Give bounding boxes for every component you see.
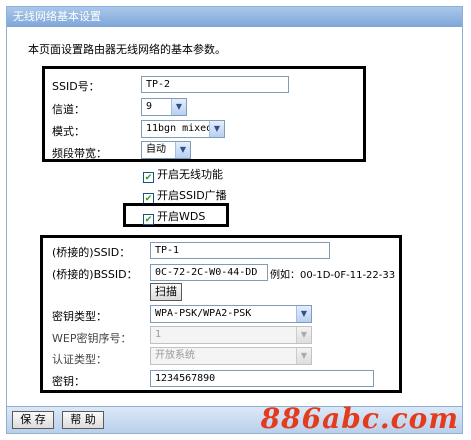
chevron-down-icon: ▼ <box>296 306 311 322</box>
key-type-select[interactable]: WPA-PSK/WPA2-PSK ▼ <box>150 305 312 323</box>
mode-label: 模式： <box>52 125 85 138</box>
key-type-label: 密钥类型： <box>52 310 107 323</box>
key-label: 密钥： <box>52 375 85 388</box>
channel-select[interactable]: 9 ▼ <box>141 98 187 116</box>
check-icon: ✔ <box>143 172 154 183</box>
bssid-example: 例如：00-1D-0F-11-22-33 <box>270 270 396 281</box>
channel-label: 信道： <box>52 103 85 116</box>
ssid-broadcast-checkbox[interactable]: ✔ 开启SSID广播 <box>143 189 227 204</box>
mode-select[interactable]: 11bgn mixed ▼ <box>141 120 225 138</box>
wds-enable-checkbox[interactable]: ✔ 开启WDS <box>143 210 205 225</box>
save-button[interactable]: 保 存 <box>12 411 54 429</box>
page-title: 无线网络基本设置 <box>7 7 462 27</box>
channel-value: 9 <box>146 101 153 112</box>
wds-enable-label: 开启WDS <box>157 210 206 223</box>
help-button[interactable]: 帮 助 <box>62 411 104 429</box>
chevron-down-icon: ▼ <box>209 121 224 137</box>
ssid-input[interactable]: TP-2 <box>141 76 289 93</box>
auth-type-label: 认证类型： <box>52 353 107 366</box>
wireless-enable-checkbox[interactable]: ✔ 开启无线功能 <box>143 168 223 183</box>
key-type-value: WPA-PSK/WPA2-PSK <box>155 308 252 319</box>
bridged-ssid-label: (桥接的)SSID： <box>52 246 131 259</box>
wep-index-value: 1 <box>155 329 162 340</box>
ssid-label: SSID号： <box>52 80 100 93</box>
intro-text: 本页面设置路由器无线网络的基本参数。 <box>28 43 226 56</box>
site-watermark: 886abc.com <box>260 402 459 435</box>
wireless-enable-label: 开启无线功能 <box>157 168 223 181</box>
bridged-ssid-input[interactable]: TP-1 <box>150 242 330 259</box>
chevron-down-icon: ▼ <box>171 99 186 115</box>
bandwidth-value: 自动 <box>146 144 166 155</box>
scan-button[interactable]: 扫描 <box>150 283 182 301</box>
bridged-bssid-input[interactable]: 0C-72-2C-W0-44-DD <box>150 264 268 281</box>
wep-index-select[interactable]: 1 ▼ <box>150 326 312 344</box>
auth-type-select[interactable]: 开放系统 ▼ <box>150 347 312 365</box>
ssid-broadcast-label: 开启SSID广播 <box>157 189 227 202</box>
chevron-down-icon: ▼ <box>175 142 190 158</box>
bandwidth-select[interactable]: 自动 ▼ <box>141 141 191 159</box>
auth-type-value: 开放系统 <box>155 350 195 361</box>
chevron-down-icon: ▼ <box>296 327 311 343</box>
mode-value: 11bgn mixed <box>146 123 213 134</box>
wep-index-label: WEP密钥序号： <box>52 332 132 345</box>
bridged-bssid-label: (桥接的)BSSID： <box>52 268 138 281</box>
chevron-down-icon: ▼ <box>296 348 311 364</box>
bandwidth-label: 频段带宽： <box>52 147 107 160</box>
key-input[interactable]: 1234567890 <box>150 370 374 387</box>
check-icon: ✔ <box>143 214 154 225</box>
